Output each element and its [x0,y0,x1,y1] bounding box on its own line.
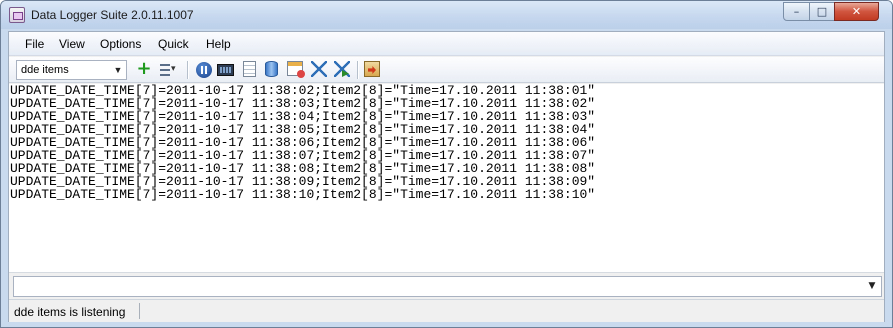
database-icon[interactable] [265,61,278,77]
app-window: Data Logger Suite 2.0.11.1007 – □ ✕ File… [0,0,893,328]
menu-options[interactable]: Options [100,37,141,51]
status-text: dde items is listening [14,305,126,319]
minimize-button[interactable]: – [783,2,810,21]
log-line: UPDATE_DATE_TIME[7]=2011-10-17 11:38:10;… [10,187,596,202]
client-area: File View Options Quick Help dde items ▼… [8,31,885,322]
menu-bar: File View Options Quick Help [9,32,884,56]
source-select-value: dde items [21,64,69,76]
toolbar-separator [187,61,188,79]
source-select[interactable]: dde items ▼ [16,60,127,80]
window-title: Data Logger Suite 2.0.11.1007 [31,8,194,22]
app-icon[interactable] [9,7,25,23]
status-bar: dde items is listening [9,299,884,322]
maximize-button[interactable]: □ [809,2,835,21]
command-area: ▼ [9,272,884,297]
status-separator [139,303,140,319]
filter-icon[interactable] [311,61,327,77]
chevron-down-icon[interactable]: ▼ [110,61,126,79]
filter-apply-icon[interactable] [334,61,350,77]
command-input[interactable]: ▼ [13,276,882,297]
log-view[interactable]: UPDATE_DATE_TIME[7]=2011-10-17 11:38:02;… [9,84,884,272]
document-icon[interactable] [243,61,256,77]
chevron-down-icon[interactable]: ▼ [864,278,880,295]
toolbar: dde items ▼ + [9,57,884,83]
toolbar-separator [357,61,358,79]
menu-view[interactable]: View [59,37,85,51]
pause-icon[interactable] [196,62,212,78]
title-bar[interactable]: Data Logger Suite 2.0.11.1007 – □ ✕ [1,1,892,29]
close-button[interactable]: ✕ [834,2,879,21]
menu-file[interactable]: File [25,37,44,51]
columns-menu-icon[interactable] [158,61,176,79]
export-icon[interactable] [364,61,380,77]
schedule-icon[interactable] [287,61,305,78]
add-icon[interactable]: + [135,60,153,79]
monitor-icon[interactable] [217,64,234,76]
menu-quick[interactable]: Quick [158,37,189,51]
menu-help[interactable]: Help [206,37,231,51]
